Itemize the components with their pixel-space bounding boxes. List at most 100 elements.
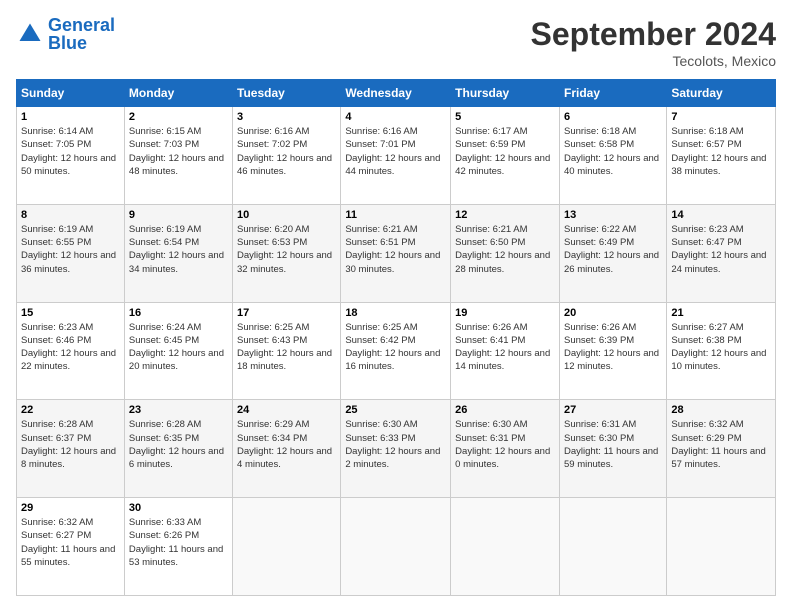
day-info: Sunrise: 6:25 AMSunset: 6:42 PMDaylight:… [345, 321, 446, 374]
calendar-cell: 17 Sunrise: 6:25 AMSunset: 6:43 PMDaylig… [233, 302, 341, 400]
day-info: Sunrise: 6:25 AMSunset: 6:43 PMDaylight:… [237, 321, 336, 374]
day-number: 4 [345, 111, 446, 123]
calendar: Sunday Monday Tuesday Wednesday Thursday… [16, 79, 776, 596]
day-info: Sunrise: 6:23 AMSunset: 6:46 PMDaylight:… [21, 321, 120, 374]
day-number: 13 [564, 209, 662, 221]
day-info: Sunrise: 6:18 AMSunset: 6:58 PMDaylight:… [564, 125, 662, 178]
col-saturday: Saturday [667, 80, 776, 107]
day-info: Sunrise: 6:16 AMSunset: 7:02 PMDaylight:… [237, 125, 336, 178]
calendar-cell: 22 Sunrise: 6:28 AMSunset: 6:37 PMDaylig… [17, 400, 125, 498]
logo-icon [16, 20, 44, 48]
day-number: 30 [129, 502, 228, 514]
day-number: 9 [129, 209, 228, 221]
day-number: 20 [564, 307, 662, 319]
day-number: 8 [21, 209, 120, 221]
location: Tecolots, Mexico [531, 53, 776, 69]
calendar-cell: 7 Sunrise: 6:18 AMSunset: 6:57 PMDayligh… [667, 107, 776, 205]
day-info: Sunrise: 6:14 AMSunset: 7:05 PMDaylight:… [21, 125, 120, 178]
logo-text: General Blue [48, 16, 115, 52]
day-info: Sunrise: 6:21 AMSunset: 6:50 PMDaylight:… [455, 223, 555, 276]
month-title: September 2024 [531, 16, 776, 53]
col-friday: Friday [559, 80, 666, 107]
day-info: Sunrise: 6:15 AMSunset: 7:03 PMDaylight:… [129, 125, 228, 178]
header: General Blue September 2024 Tecolots, Me… [16, 16, 776, 69]
calendar-cell: 20 Sunrise: 6:26 AMSunset: 6:39 PMDaylig… [559, 302, 666, 400]
day-info: Sunrise: 6:21 AMSunset: 6:51 PMDaylight:… [345, 223, 446, 276]
calendar-cell: 21 Sunrise: 6:27 AMSunset: 6:38 PMDaylig… [667, 302, 776, 400]
calendar-cell: 28 Sunrise: 6:32 AMSunset: 6:29 PMDaylig… [667, 400, 776, 498]
col-thursday: Thursday [451, 80, 560, 107]
logo: General Blue [16, 16, 115, 52]
day-number: 16 [129, 307, 228, 319]
calendar-cell: 24 Sunrise: 6:29 AMSunset: 6:34 PMDaylig… [233, 400, 341, 498]
calendar-cell: 23 Sunrise: 6:28 AMSunset: 6:35 PMDaylig… [124, 400, 232, 498]
day-number: 28 [671, 404, 771, 416]
day-info: Sunrise: 6:16 AMSunset: 7:01 PMDaylight:… [345, 125, 446, 178]
day-number: 29 [21, 502, 120, 514]
day-info: Sunrise: 6:19 AMSunset: 6:55 PMDaylight:… [21, 223, 120, 276]
calendar-cell: 27 Sunrise: 6:31 AMSunset: 6:30 PMDaylig… [559, 400, 666, 498]
calendar-cell: 3 Sunrise: 6:16 AMSunset: 7:02 PMDayligh… [233, 107, 341, 205]
calendar-cell [559, 498, 666, 596]
day-number: 6 [564, 111, 662, 123]
day-number: 26 [455, 404, 555, 416]
calendar-week-2: 8 Sunrise: 6:19 AMSunset: 6:55 PMDayligh… [17, 204, 776, 302]
day-number: 11 [345, 209, 446, 221]
calendar-cell: 8 Sunrise: 6:19 AMSunset: 6:55 PMDayligh… [17, 204, 125, 302]
day-info: Sunrise: 6:22 AMSunset: 6:49 PMDaylight:… [564, 223, 662, 276]
calendar-cell: 11 Sunrise: 6:21 AMSunset: 6:51 PMDaylig… [341, 204, 451, 302]
calendar-cell [451, 498, 560, 596]
day-number: 2 [129, 111, 228, 123]
day-info: Sunrise: 6:23 AMSunset: 6:47 PMDaylight:… [671, 223, 771, 276]
day-number: 15 [21, 307, 120, 319]
day-info: Sunrise: 6:33 AMSunset: 6:26 PMDaylight:… [129, 516, 228, 569]
calendar-cell: 1 Sunrise: 6:14 AMSunset: 7:05 PMDayligh… [17, 107, 125, 205]
calendar-cell: 12 Sunrise: 6:21 AMSunset: 6:50 PMDaylig… [451, 204, 560, 302]
calendar-week-4: 22 Sunrise: 6:28 AMSunset: 6:37 PMDaylig… [17, 400, 776, 498]
day-number: 25 [345, 404, 446, 416]
calendar-cell: 19 Sunrise: 6:26 AMSunset: 6:41 PMDaylig… [451, 302, 560, 400]
calendar-cell: 25 Sunrise: 6:30 AMSunset: 6:33 PMDaylig… [341, 400, 451, 498]
col-tuesday: Tuesday [233, 80, 341, 107]
day-number: 24 [237, 404, 336, 416]
day-info: Sunrise: 6:28 AMSunset: 6:35 PMDaylight:… [129, 418, 228, 471]
day-number: 18 [345, 307, 446, 319]
day-info: Sunrise: 6:31 AMSunset: 6:30 PMDaylight:… [564, 418, 662, 471]
day-info: Sunrise: 6:27 AMSunset: 6:38 PMDaylight:… [671, 321, 771, 374]
col-sunday: Sunday [17, 80, 125, 107]
calendar-cell: 30 Sunrise: 6:33 AMSunset: 6:26 PMDaylig… [124, 498, 232, 596]
calendar-cell [667, 498, 776, 596]
day-number: 1 [21, 111, 120, 123]
day-number: 10 [237, 209, 336, 221]
calendar-cell: 13 Sunrise: 6:22 AMSunset: 6:49 PMDaylig… [559, 204, 666, 302]
day-info: Sunrise: 6:18 AMSunset: 6:57 PMDaylight:… [671, 125, 771, 178]
day-info: Sunrise: 6:19 AMSunset: 6:54 PMDaylight:… [129, 223, 228, 276]
day-info: Sunrise: 6:26 AMSunset: 6:39 PMDaylight:… [564, 321, 662, 374]
calendar-cell: 9 Sunrise: 6:19 AMSunset: 6:54 PMDayligh… [124, 204, 232, 302]
col-wednesday: Wednesday [341, 80, 451, 107]
day-number: 19 [455, 307, 555, 319]
day-info: Sunrise: 6:20 AMSunset: 6:53 PMDaylight:… [237, 223, 336, 276]
calendar-cell [233, 498, 341, 596]
calendar-cell [341, 498, 451, 596]
calendar-cell: 5 Sunrise: 6:17 AMSunset: 6:59 PMDayligh… [451, 107, 560, 205]
day-info: Sunrise: 6:24 AMSunset: 6:45 PMDaylight:… [129, 321, 228, 374]
day-number: 23 [129, 404, 228, 416]
day-number: 3 [237, 111, 336, 123]
day-number: 21 [671, 307, 771, 319]
calendar-week-3: 15 Sunrise: 6:23 AMSunset: 6:46 PMDaylig… [17, 302, 776, 400]
calendar-cell: 2 Sunrise: 6:15 AMSunset: 7:03 PMDayligh… [124, 107, 232, 205]
day-number: 27 [564, 404, 662, 416]
day-info: Sunrise: 6:30 AMSunset: 6:31 PMDaylight:… [455, 418, 555, 471]
calendar-cell: 16 Sunrise: 6:24 AMSunset: 6:45 PMDaylig… [124, 302, 232, 400]
day-number: 12 [455, 209, 555, 221]
calendar-header-row: Sunday Monday Tuesday Wednesday Thursday… [17, 80, 776, 107]
day-info: Sunrise: 6:32 AMSunset: 6:27 PMDaylight:… [21, 516, 120, 569]
day-info: Sunrise: 6:28 AMSunset: 6:37 PMDaylight:… [21, 418, 120, 471]
calendar-cell: 14 Sunrise: 6:23 AMSunset: 6:47 PMDaylig… [667, 204, 776, 302]
calendar-cell: 18 Sunrise: 6:25 AMSunset: 6:42 PMDaylig… [341, 302, 451, 400]
calendar-week-5: 29 Sunrise: 6:32 AMSunset: 6:27 PMDaylig… [17, 498, 776, 596]
day-number: 22 [21, 404, 120, 416]
calendar-cell: 4 Sunrise: 6:16 AMSunset: 7:01 PMDayligh… [341, 107, 451, 205]
calendar-week-1: 1 Sunrise: 6:14 AMSunset: 7:05 PMDayligh… [17, 107, 776, 205]
